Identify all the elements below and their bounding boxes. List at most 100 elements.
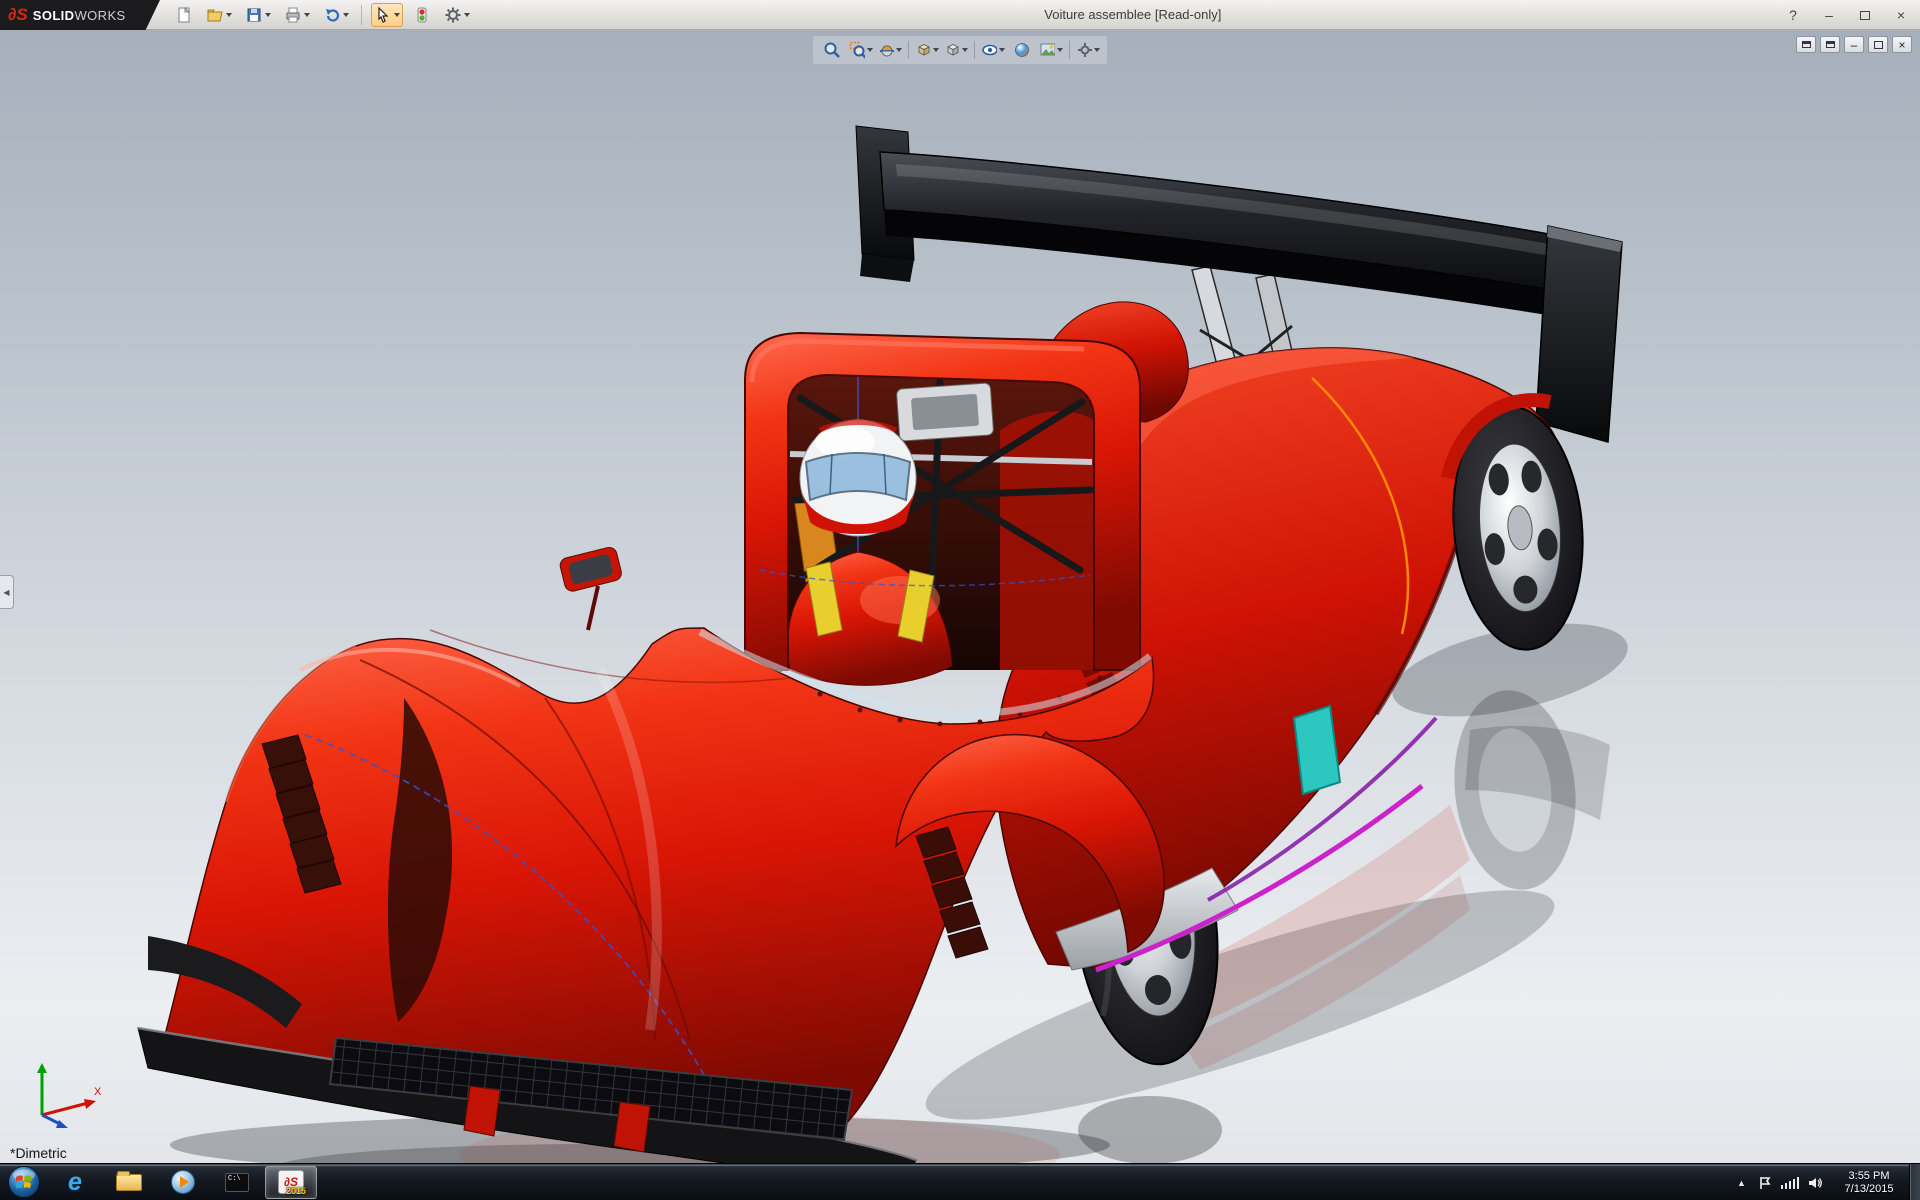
doc-restore-button[interactable] — [1868, 36, 1888, 53]
close-button[interactable]: × — [1888, 5, 1914, 25]
tray-expand-button[interactable]: ▲ — [1735, 1178, 1749, 1188]
edit-appearance-button[interactable] — [1009, 38, 1035, 62]
undo-icon — [323, 6, 341, 24]
rebuild-button[interactable] — [410, 3, 434, 27]
view-orientation-cube-icon — [915, 41, 931, 59]
doc-minimize-button[interactable]: – — [1844, 36, 1864, 53]
select-button[interactable] — [371, 3, 403, 27]
solidworks-app-icon: ∂S 2015 — [278, 1170, 304, 1194]
section-dropdown-arrow — [896, 48, 902, 52]
cascade-window-icon — [1826, 41, 1835, 48]
appearance-ball-icon — [1013, 41, 1031, 59]
view-orientation-button[interactable] — [914, 38, 940, 62]
brand-works: WORKS — [74, 8, 125, 23]
new-document-button[interactable] — [172, 3, 196, 27]
maximize-icon — [1860, 11, 1870, 20]
select-cursor-icon — [374, 6, 392, 24]
headsup-separator — [974, 41, 975, 59]
save-button[interactable] — [242, 3, 274, 27]
model-canvas[interactable] — [0, 30, 1920, 1163]
taskbar-clock[interactable]: 3:55 PM 7/13/2015 — [1832, 1170, 1906, 1196]
tile-window-icon — [1802, 41, 1811, 48]
titlebar: ∂S SOLID WORKS — [0, 0, 1920, 30]
section-view-icon — [878, 41, 894, 59]
hide-show-dropdown-arrow — [999, 48, 1005, 52]
scene-dropdown-arrow — [1057, 48, 1063, 52]
standard-toolbar — [172, 0, 473, 30]
undo-dropdown-arrow — [343, 13, 349, 17]
undo-button[interactable] — [320, 3, 352, 27]
hide-show-items-button[interactable] — [980, 38, 1006, 62]
view-settings-button[interactable] — [1075, 38, 1101, 62]
volume-icon[interactable] — [1808, 1176, 1823, 1190]
options-gear-icon — [444, 6, 462, 24]
orientation-triad[interactable]: X — [26, 1059, 106, 1129]
windows-taskbar: e C:\ ∂S 2015 ▲ — [0, 1163, 1920, 1200]
help-button[interactable]: ? — [1780, 5, 1806, 25]
clock-date: 7/13/2015 — [1832, 1183, 1906, 1196]
viewport-3d[interactable]: – × ◀ X *Dimetric — [0, 30, 1920, 1163]
show-desktop-button[interactable] — [1909, 1164, 1920, 1200]
options-dropdown-arrow — [464, 13, 470, 17]
display-style-dropdown-arrow — [962, 48, 968, 52]
toolbar-separator — [361, 5, 362, 25]
open-dropdown-arrow — [226, 13, 232, 17]
rebuild-icon — [413, 6, 431, 24]
open-button[interactable] — [203, 3, 235, 27]
display-style-cube-icon — [944, 41, 960, 59]
view-settings-dropdown-arrow — [1094, 48, 1100, 52]
section-view-button[interactable] — [877, 38, 903, 62]
display-style-button[interactable] — [943, 38, 969, 62]
start-orb-icon — [7, 1165, 41, 1199]
save-dropdown-arrow — [265, 13, 271, 17]
select-dropdown-arrow — [394, 13, 400, 17]
collapse-arrow-icon: ◀ — [3, 588, 9, 597]
options-button[interactable] — [441, 3, 473, 27]
maximize-button[interactable] — [1852, 5, 1878, 25]
zoom-to-area-icon — [849, 41, 865, 59]
taskbar-command-prompt[interactable]: C:\ — [211, 1166, 263, 1199]
solidworks-logo: ∂S SOLID WORKS — [0, 0, 160, 30]
zoom-to-area-button[interactable] — [848, 38, 874, 62]
eye-icon — [981, 41, 997, 59]
view-orientation-label: *Dimetric — [10, 1145, 67, 1161]
taskbar-solidworks[interactable]: ∂S 2015 — [265, 1166, 317, 1199]
solidworks-window: ∂S SOLID WORKS — [0, 0, 1920, 1200]
doc-tile-button[interactable] — [1796, 36, 1816, 53]
taskbar-media-player[interactable] — [157, 1166, 209, 1199]
clock-time: 3:55 PM — [1832, 1170, 1906, 1183]
internet-explorer-icon: e — [68, 1170, 82, 1195]
network-icon[interactable] — [1781, 1177, 1800, 1189]
restore-icon — [1874, 41, 1883, 49]
zoom-to-fit-icon — [823, 41, 841, 59]
apply-scene-button[interactable] — [1038, 38, 1064, 62]
view-settings-gear-icon — [1076, 41, 1092, 59]
taskbar-internet-explorer[interactable]: e — [49, 1166, 101, 1199]
scene-icon — [1039, 41, 1055, 59]
doc-close-button[interactable]: × — [1892, 36, 1912, 53]
print-button[interactable] — [281, 3, 313, 27]
view-orientation-dropdown-arrow — [933, 48, 939, 52]
headsup-separator — [1069, 41, 1070, 59]
feature-manager-collapsed-tab[interactable]: ◀ — [0, 575, 14, 609]
doc-cascade-button[interactable] — [1820, 36, 1840, 53]
command-prompt-icon: C:\ — [225, 1173, 249, 1192]
headsup-separator — [908, 41, 909, 59]
print-dropdown-arrow — [304, 13, 310, 17]
zoom-to-fit-button[interactable] — [819, 38, 845, 62]
folder-icon — [116, 1174, 142, 1191]
media-player-icon — [171, 1170, 195, 1194]
print-icon — [284, 6, 302, 24]
zoom-dropdown-arrow — [867, 48, 873, 52]
brand-solid: SOLID — [33, 8, 75, 23]
system-tray: ▲ 3:55 PM 7/13/2015 — [1735, 1164, 1907, 1200]
new-document-icon — [175, 6, 193, 24]
minimize-button[interactable]: – — [1816, 5, 1842, 25]
action-center-flag-icon[interactable] — [1758, 1176, 1772, 1190]
headsup-view-toolbar — [812, 35, 1108, 65]
dassault-mark-icon: ∂S — [8, 5, 28, 25]
window-controls: ? – × — [1780, 0, 1914, 30]
save-icon — [245, 6, 263, 24]
taskbar-windows-explorer[interactable] — [103, 1166, 155, 1199]
start-button[interactable] — [0, 1164, 48, 1200]
